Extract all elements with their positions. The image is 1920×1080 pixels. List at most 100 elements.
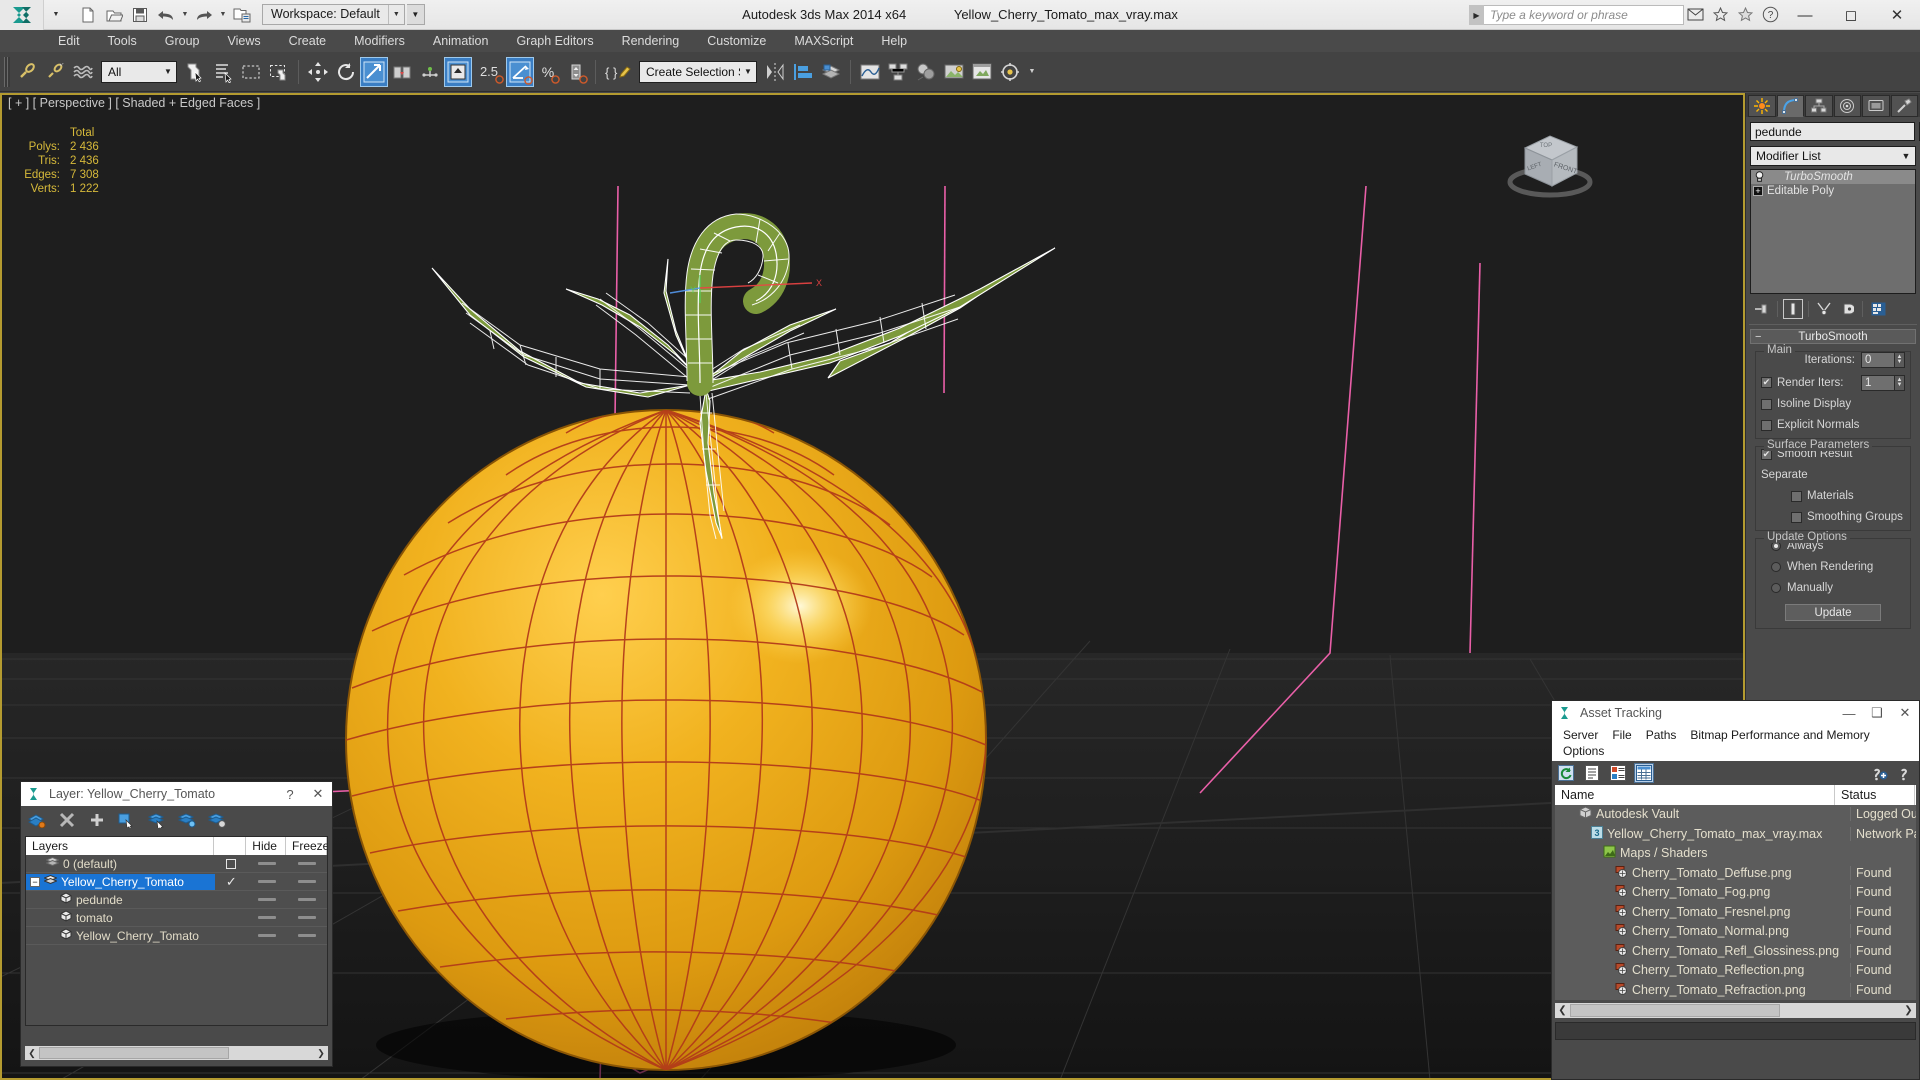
spinner-snap-icon[interactable]	[562, 57, 590, 87]
select-and-move-icon[interactable]	[304, 57, 332, 87]
layer-row-freeze-3[interactable]	[287, 916, 327, 919]
separate-smoothing-groups-checkbox[interactable]	[1791, 511, 1802, 523]
asset-row-name-cell[interactable]: Cherry_Tomato_Fresnel.png	[1555, 904, 1850, 920]
separate-smoothing-groups-row[interactable]: Smoothing Groups	[1761, 509, 1905, 525]
save-icon[interactable]	[128, 4, 152, 26]
layer-properties-icon[interactable]	[207, 810, 227, 830]
help-icon[interactable]	[1895, 763, 1915, 783]
place-pivot-icon[interactable]	[388, 57, 416, 87]
menu-customize[interactable]: Customize	[693, 30, 780, 52]
layer-column-freeze[interactable]: Freeze	[286, 837, 327, 855]
asset-row-name-cell[interactable]: Cherry_Tomato_Reflection.png	[1555, 962, 1850, 978]
layer-row-hide-4[interactable]	[247, 934, 287, 937]
scroll-right-icon-asset[interactable]: ❯	[1901, 1005, 1916, 1016]
unlink-selection-icon[interactable]	[41, 57, 69, 87]
lightbulb-icon[interactable]	[1753, 171, 1766, 184]
table-row[interactable]: Cherry_Tomato_Deffuse.png Found	[1555, 863, 1916, 883]
layer-column-hide[interactable]: Hide	[246, 837, 286, 855]
table-row[interactable]: Cherry_Tomato_Fog.png Found	[1555, 883, 1916, 903]
collapse-minus-icon[interactable]: −	[1755, 331, 1761, 342]
table-row[interactable]: pedunde	[26, 891, 327, 909]
menu-views[interactable]: Views	[213, 30, 274, 52]
select-object-icon[interactable]	[181, 57, 209, 87]
display-tab[interactable]	[1862, 95, 1890, 117]
layer-horizontal-scrollbar[interactable]: ❮ ❯	[25, 1046, 328, 1060]
signin-icon[interactable]	[1685, 4, 1705, 24]
layer-column-layers[interactable]: Layers	[26, 837, 215, 855]
table-row[interactable]: Maps / Shaders	[1555, 844, 1916, 864]
align-icon[interactable]	[789, 57, 817, 87]
layer-dialog-titlebar[interactable]: Layer: Yellow_Cherry_Tomato ? ✕	[21, 782, 332, 806]
layer-scroll-thumb[interactable]	[39, 1047, 229, 1059]
delete-layer-icon[interactable]	[27, 810, 47, 830]
workspace-dropdown-button[interactable]: ▼	[406, 4, 425, 25]
view-cube[interactable]: TOP FRONT LEFT	[1495, 120, 1605, 210]
render-frame-window-icon[interactable]	[968, 57, 996, 87]
expand-plus-icon[interactable]: +	[1753, 186, 1763, 196]
table-row[interactable]: Autodesk Vault Logged Ou	[1555, 805, 1916, 825]
redo-icon[interactable]	[192, 4, 216, 26]
layer-list[interactable]: Layers Hide Freeze 0 (default) − Yellow_…	[25, 836, 328, 1026]
table-row[interactable]: Cherry_Tomato_Refl_Glossiness.png Found	[1555, 941, 1916, 961]
render-iters-checkbox[interactable]: ✔	[1761, 377, 1772, 388]
layer-column-blank[interactable]	[214, 837, 247, 855]
utilities-tab[interactable]	[1890, 95, 1918, 117]
menu-modifiers[interactable]: Modifiers	[340, 30, 419, 52]
help-add-icon[interactable]	[1869, 763, 1889, 783]
asset-close-button[interactable]: ✕	[1891, 702, 1919, 724]
table-row[interactable]: − Yellow_Cherry_Tomato ✓	[26, 873, 327, 891]
select-objects-icon[interactable]	[117, 810, 137, 830]
layer-row-name-cell[interactable]: Yellow_Cherry_Tomato	[26, 928, 215, 944]
window-crossing-icon[interactable]	[265, 57, 293, 87]
workspace-arrow-icon[interactable]: ▼	[387, 5, 404, 24]
remove-modifier-icon[interactable]	[1837, 299, 1857, 319]
update-manually-radio[interactable]	[1771, 583, 1781, 593]
toolbar-grip[interactable]	[4, 56, 10, 87]
modifier-stack-item-editable-poly[interactable]: + Editable Poly	[1751, 184, 1915, 198]
search-dropdown-icon[interactable]: ▶	[1469, 5, 1484, 25]
asset-menu-options[interactable]: Options	[1556, 743, 1915, 759]
menu-edit[interactable]: Edit	[44, 30, 94, 52]
select-highlight-icon[interactable]	[177, 810, 197, 830]
app-logo-icon[interactable]	[0, 0, 44, 30]
layer-row-hide-0[interactable]	[247, 862, 287, 865]
layer-row-name-cell[interactable]: 0 (default)	[26, 856, 215, 872]
isoline-display-checkbox[interactable]	[1761, 398, 1772, 410]
asset-row-name-cell[interactable]: Cherry_Tomato_Deffuse.png	[1555, 865, 1850, 881]
asset-column-name[interactable]: Name	[1555, 785, 1835, 805]
workspace-selector[interactable]: Workspace: Default ▼	[262, 4, 405, 25]
modify-tab[interactable]	[1776, 95, 1804, 117]
exchange-icon[interactable]	[1710, 4, 1730, 24]
menu-graph-editors[interactable]: Graph Editors	[502, 30, 607, 52]
angle-snap-value[interactable]: 2.5	[472, 57, 506, 87]
layer-row-hide-1[interactable]	[247, 880, 287, 883]
separate-materials-row[interactable]: Materials	[1761, 488, 1905, 504]
table-row[interactable]: Cherry_Tomato_Fresnel.png Found	[1555, 902, 1916, 922]
table-row[interactable]: Yellow_Cherry_Tomato	[26, 927, 327, 945]
rectangular-selection-region-icon[interactable]	[237, 57, 265, 87]
asset-column-status[interactable]: Status	[1835, 785, 1915, 805]
update-manually-row[interactable]: Manually	[1761, 580, 1905, 596]
layer-row-hide-3[interactable]	[247, 916, 287, 919]
percent-snap-icon[interactable]: %	[534, 57, 562, 87]
use-pivot-center-icon[interactable]	[444, 56, 472, 87]
explicit-normals-checkbox[interactable]	[1761, 419, 1772, 431]
asset-tracking-window[interactable]: Asset Tracking — ❑ ✕ Server File Paths B…	[1551, 700, 1920, 1080]
explicit-normals-row[interactable]: Explicit Normals	[1761, 417, 1905, 433]
configure-sets-icon[interactable]	[1868, 299, 1888, 319]
material-editor-icon[interactable]	[912, 57, 940, 87]
menu-help[interactable]: Help	[867, 30, 921, 52]
snaps-reference-icon[interactable]	[416, 57, 444, 87]
asset-tracking-titlebar[interactable]: Asset Tracking — ❑ ✕	[1552, 701, 1919, 725]
menu-animation[interactable]: Animation	[419, 30, 503, 52]
asset-row-name-cell[interactable]: Maps / Shaders	[1555, 845, 1850, 861]
project-folder-icon[interactable]	[230, 4, 254, 26]
update-when-rendering-row[interactable]: When Rendering	[1761, 559, 1905, 575]
undo-icon[interactable]	[154, 4, 178, 26]
asset-scroll-thumb[interactable]	[1570, 1004, 1780, 1017]
select-and-rotate-icon[interactable]	[332, 57, 360, 87]
add-selection-icon[interactable]	[147, 810, 167, 830]
update-button[interactable]: Update	[1785, 604, 1881, 621]
modifier-stack[interactable]: TurboSmooth + Editable Poly	[1750, 169, 1916, 294]
layer-row-hide-2[interactable]	[247, 898, 287, 901]
